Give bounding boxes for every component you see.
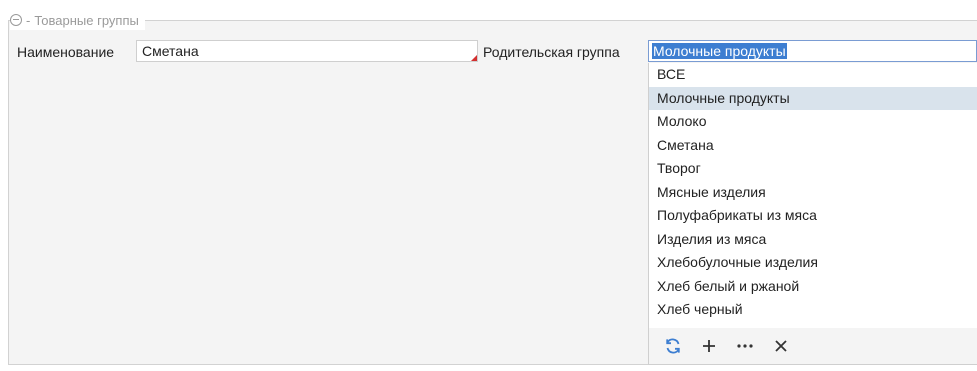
dropdown-item[interactable]: Творог [649, 157, 977, 181]
parent-group-dropdown[interactable]: ВСЕ Молочные продукты Молоко Сметана Творог М… [648, 63, 977, 365]
plus-icon[interactable] [699, 336, 719, 356]
dropdown-item[interactable]: Изделия из мяса [649, 228, 977, 252]
dropdown-item[interactable]: Сметана [649, 134, 977, 158]
group-legend-line [8, 20, 977, 21]
group-header-strip [8, 0, 977, 20]
dropdown-item[interactable]: Молочные продукты [649, 86, 977, 110]
legend-separator: - [26, 12, 31, 28]
parent-group-field[interactable]: Молочные продукты [648, 40, 977, 62]
dropdown-toolbar [649, 328, 977, 364]
name-field-value: Сметана [142, 43, 199, 59]
dropdown-item[interactable]: Мясные изделия [649, 181, 977, 205]
dropdown-item[interactable]: ВСЕ [649, 63, 977, 87]
collapse-icon[interactable] [10, 14, 22, 26]
dropdown-item[interactable]: Полуфабрикаты из мяса [649, 204, 977, 228]
group-legend[interactable]: - Товарные группы [10, 10, 145, 30]
dropdown-item[interactable]: Хлеб белый и ржаной [649, 275, 977, 299]
parent-group-label: Родительская группа [483, 44, 620, 60]
name-label: Наименование [17, 44, 115, 60]
parent-group-value: Молочные продукты [652, 43, 787, 59]
dropdown-item[interactable]: Хлеб черный [649, 298, 977, 322]
dropdown-list: ВСЕ Молочные продукты Молоко Сметана Творог М… [649, 63, 977, 322]
dropdown-item[interactable]: Хлебобулочные изделия [649, 251, 977, 275]
refresh-icon[interactable] [663, 336, 683, 356]
more-icon[interactable] [735, 336, 755, 356]
close-icon[interactable] [771, 336, 791, 356]
dropdown-item[interactable]: Молоко [649, 110, 977, 134]
name-field[interactable]: Сметана [136, 40, 478, 62]
group-title: Товарные группы [34, 12, 139, 28]
